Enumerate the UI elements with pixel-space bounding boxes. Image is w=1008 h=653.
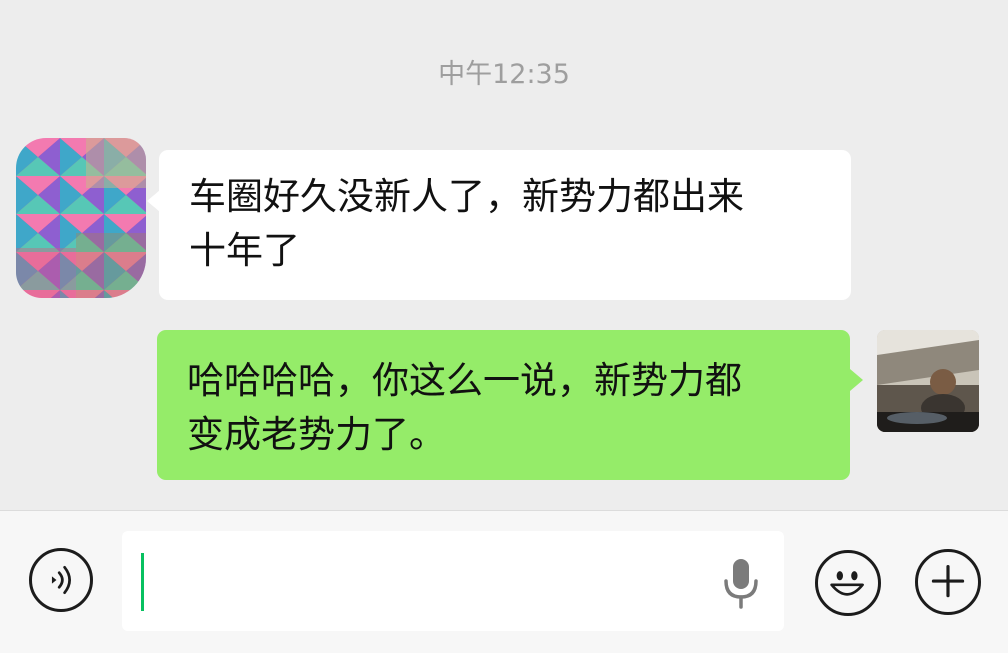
contact-avatar[interactable] xyxy=(16,138,146,298)
voice-mode-button[interactable] xyxy=(29,548,93,612)
pixelated-avatar-image xyxy=(16,138,146,298)
my-avatar[interactable] xyxy=(877,330,979,432)
outgoing-bubble-tail xyxy=(850,369,863,391)
more-options-button[interactable] xyxy=(915,549,981,615)
message-text-line: 变成老势力了。 xyxy=(187,413,446,456)
voice-mode-icon xyxy=(51,565,71,595)
message-text-line: 哈哈哈哈，你这么一说，新势力都 xyxy=(187,359,742,402)
emoji-icon xyxy=(830,571,864,596)
photo-avatar-image xyxy=(877,330,979,432)
microphone-icon[interactable] xyxy=(722,557,760,609)
message-text-line: 车圈好久没新人了，新势力都出来 xyxy=(189,175,744,218)
outgoing-message-bubble[interactable]: 哈哈哈哈，你这么一说，新势力都 变成老势力了。 xyxy=(157,330,850,480)
incoming-message-bubble[interactable]: 车圈好久没新人了，新势力都出来 十年了 xyxy=(159,150,851,300)
chat-timestamp: 中午12:35 xyxy=(438,59,570,90)
message-input[interactable] xyxy=(122,531,784,631)
emoji-button[interactable] xyxy=(815,550,881,616)
message-text-line: 十年了 xyxy=(189,229,300,272)
plus-icon xyxy=(931,564,965,598)
text-caret xyxy=(141,553,144,611)
